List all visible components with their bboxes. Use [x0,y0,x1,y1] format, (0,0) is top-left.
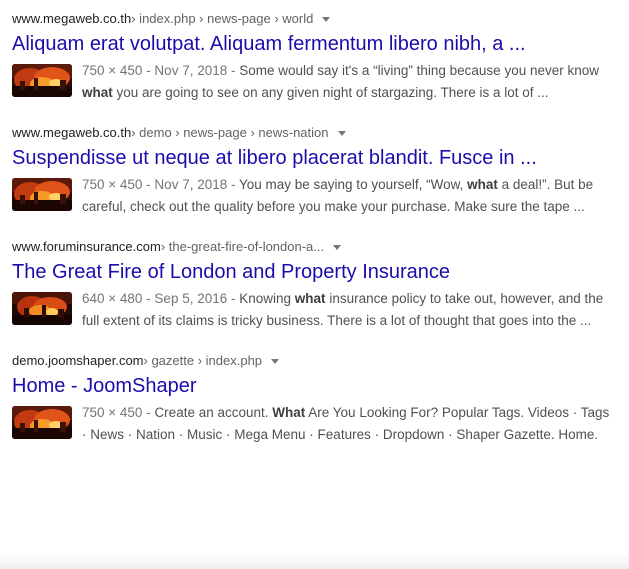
result-domain: demo.joomshaper.com [12,353,144,368]
fire-image-icon [12,292,72,325]
result-thumbnail[interactable] [12,292,72,325]
result-snippet-row: 640 × 480 - Sep 5, 2016 - Knowing what i… [12,288,622,332]
result-cite[interactable]: www.foruminsurance.com › the-great-fire-… [12,238,622,256]
snippet-highlight: what [467,177,498,192]
snippet-highlight: what [294,291,326,306]
snippet-text: Create an account. [154,405,273,420]
result-cite[interactable]: www.megaweb.co.th › demo › news-page › n… [12,124,622,142]
bottom-shadow [0,553,629,569]
result-breadcrumb: › the-great-fire-of-london-a... [160,239,325,254]
snippet-text: you are going to see on any given night … [112,85,549,100]
result-thumbnail[interactable] [12,64,72,97]
snippet-text: Knowing [239,291,295,306]
caret-down-icon[interactable] [333,245,342,250]
snippet-text: You may be saying to yourself, “Wow, [238,177,468,192]
fire-image-icon [12,406,72,439]
snippet-highlight: what [82,85,113,100]
result-thumbnail[interactable] [12,178,72,211]
fire-image-icon [12,178,72,211]
search-results: www.megaweb.co.th › index.php › news-pag… [12,10,622,446]
fire-image-icon [12,64,72,97]
result-item: www.megaweb.co.th › demo › news-page › n… [12,124,622,218]
result-meta: 750 × 450 - [82,405,155,420]
result-snippet: 750 × 450 - Nov 7, 2018 - Some would say… [82,60,612,104]
result-meta: 750 × 450 - Nov 7, 2018 - [82,177,239,192]
result-title-link[interactable]: Home - JoomShaper [12,373,622,399]
result-breadcrumb: › gazette › index.php [143,353,263,368]
caret-down-icon[interactable] [337,131,346,136]
caret-down-icon[interactable] [271,359,280,364]
snippet-text: Some would say it's a “living” thing bec… [239,63,599,78]
result-meta: 640 × 480 - Sep 5, 2016 - [82,291,240,306]
result-item: www.megaweb.co.th › index.php › news-pag… [12,10,622,104]
result-breadcrumb: › index.php › news-page › world [131,11,314,26]
result-snippet: 640 × 480 - Sep 5, 2016 - Knowing what i… [82,288,612,332]
result-breadcrumb: › demo › news-page › news-nation [131,125,329,140]
result-title-link[interactable]: The Great Fire of London and Property In… [12,259,622,285]
result-title-link[interactable]: Suspendisse ut neque at libero placerat … [12,145,622,171]
result-snippet: 750 × 450 - Create an account. What Are … [82,402,612,446]
result-snippet-row: 750 × 450 - Nov 7, 2018 - Some would say… [12,60,622,104]
result-domain: www.megaweb.co.th [12,11,132,26]
result-cite[interactable]: www.megaweb.co.th › index.php › news-pag… [12,10,622,28]
result-snippet: 750 × 450 - Nov 7, 2018 - You may be say… [82,174,612,218]
result-title-link[interactable]: Aliquam erat volutpat. Aliquam fermentum… [12,31,622,57]
result-snippet-row: 750 × 450 - Nov 7, 2018 - You may be say… [12,174,622,218]
result-domain: www.megaweb.co.th [12,125,132,140]
result-snippet-row: 750 × 450 - Create an account. What Are … [12,402,622,446]
result-item: demo.joomshaper.com › gazette › index.ph… [12,352,622,446]
result-thumbnail[interactable] [12,406,72,439]
result-domain: www.foruminsurance.com [12,239,161,254]
snippet-highlight: What [272,405,306,420]
result-meta: 750 × 450 - Nov 7, 2018 - [82,63,240,78]
caret-down-icon[interactable] [322,17,331,22]
result-cite[interactable]: demo.joomshaper.com › gazette › index.ph… [12,352,622,370]
result-item: www.foruminsurance.com › the-great-fire-… [12,238,622,332]
